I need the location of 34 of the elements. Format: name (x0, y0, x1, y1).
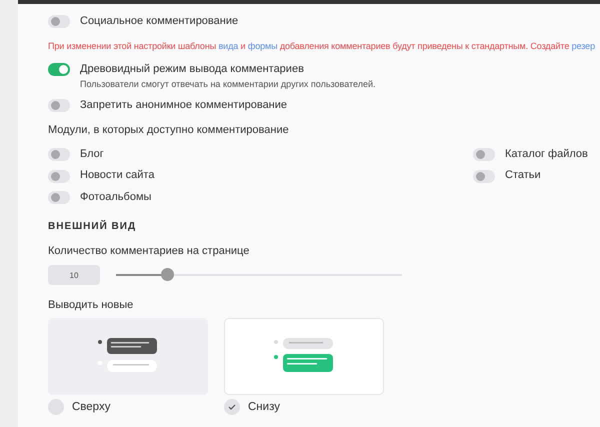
hint-text: Пользователи смогут отвечать на комментарии других пользователей. (80, 78, 377, 90)
radio-label: Снизу (248, 400, 280, 414)
toggle-label: Блог (80, 148, 104, 162)
toggle-label: Социальное комментирование (80, 15, 238, 29)
number-field[interactable]: 10 (48, 265, 100, 285)
toggle-switch[interactable] (48, 63, 70, 76)
option-card[interactable] (48, 318, 208, 395)
toggle-switch[interactable] (473, 170, 495, 183)
radio-label: Сверху (72, 400, 110, 414)
toggle-label: Статьи (505, 169, 541, 183)
toggle-label: Новости сайта (80, 169, 154, 183)
toggle-switch[interactable] (473, 148, 495, 161)
toggle-switch[interactable] (48, 148, 70, 161)
link[interactable]: формы (248, 40, 278, 51)
warning-text: При изменении этой настройки шаблоны вида и формы добавления комментариев будут приведены к стандартным. Создайте резер (48, 40, 596, 52)
toggle-switch[interactable] (48, 191, 70, 204)
toggle-label: Древовидный режим вывода комментариев (80, 63, 304, 77)
comment-order-drawing (273, 338, 335, 374)
comment-order-drawing (97, 338, 159, 374)
toggle-switch[interactable] (48, 15, 70, 28)
section-heading: ВНЕШНИЙ ВИД (48, 220, 138, 234)
section-label: Модули, в которых доступно комментирование (48, 124, 290, 138)
toggle-switch[interactable] (48, 170, 70, 183)
toggle-label: Каталог файлов (505, 148, 588, 162)
link[interactable]: резер (572, 40, 595, 51)
toggle-switch[interactable] (48, 99, 70, 112)
link[interactable]: вида (218, 40, 238, 51)
field-label: Количество комментариев на странице (48, 245, 250, 259)
radio-button[interactable] (224, 398, 240, 415)
field-label: Выводить новые (48, 299, 134, 313)
toggle-label: Запретить анонимное комментирование (80, 99, 288, 113)
toggle-label: Фотоальбомы (80, 191, 152, 205)
slider-thumb[interactable] (161, 268, 174, 281)
check-icon (228, 404, 236, 410)
